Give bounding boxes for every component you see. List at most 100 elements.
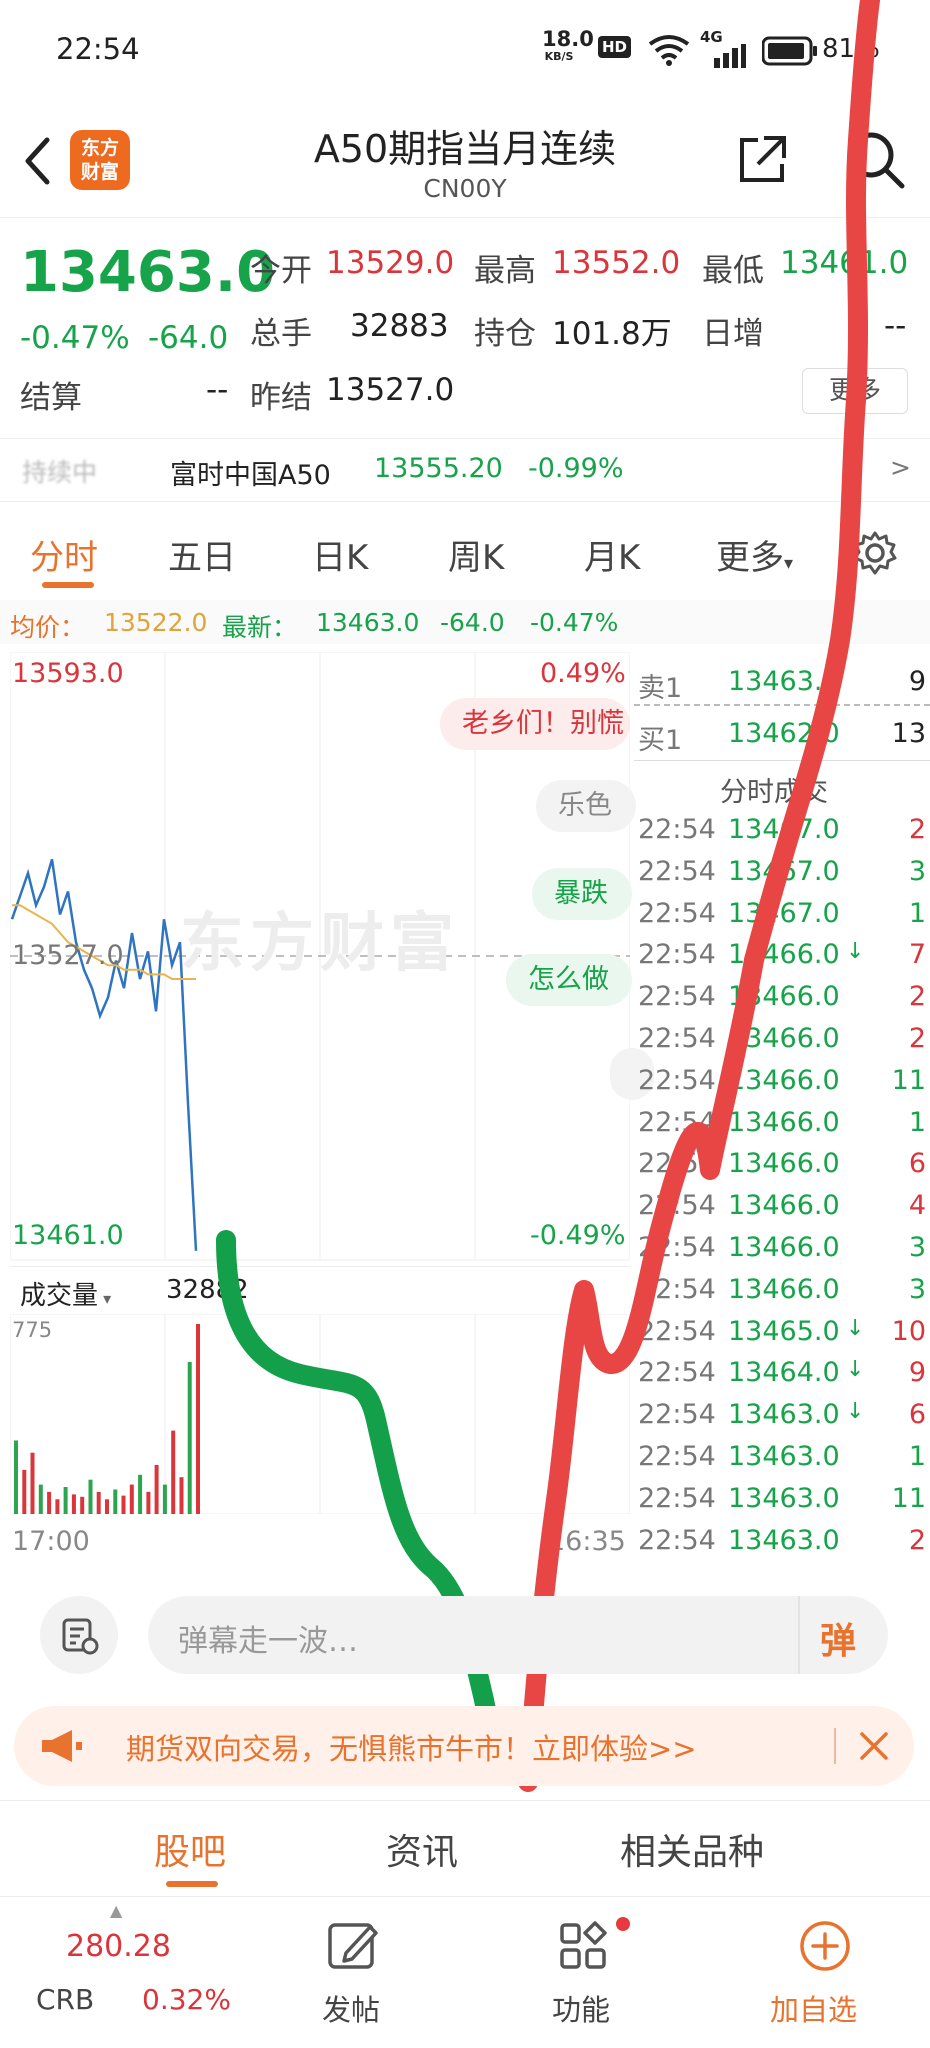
index-value: 13555.20: [374, 453, 503, 484]
danmaku-settings-icon: [62, 1618, 99, 1655]
volume-total: 32882: [166, 1275, 249, 1305]
last-label: 最新：: [222, 613, 298, 642]
trade-row: 22:54 13467.0 3: [638, 855, 926, 887]
volume-bar: [113, 1489, 118, 1514]
page-title: A50期指当月连续: [313, 127, 617, 171]
tab-monthly-k[interactable]: 月K: [584, 530, 640, 579]
tab-news[interactable]: 资讯: [386, 1823, 458, 1875]
tab-related[interactable]: 相关品种: [620, 1823, 764, 1875]
intraday-chart[interactable]: 东方财富 13593.0 0.49% 13527.0 13461.0 -0.49…: [10, 652, 654, 1514]
last-value: 13463.0: [316, 608, 420, 637]
plus-circle-icon: [800, 1921, 850, 1971]
volume-bar: [171, 1430, 176, 1514]
position-value: 101.8万: [552, 316, 672, 352]
tab-daily-k[interactable]: 日K: [312, 530, 368, 579]
chevron-right-icon: >: [890, 453, 911, 482]
header: 东方 财富 A50期指当月连续 CN00Y: [0, 100, 930, 218]
settle-value: --: [206, 372, 229, 408]
dropdown-caret-icon: ▾: [98, 1289, 112, 1308]
chart-tabs: 分时 五日 日K 周K 月K 更多▾: [0, 510, 930, 600]
volume-bar: [187, 1362, 192, 1514]
danmaku-bubble: 暴跌: [532, 868, 632, 920]
last-change-pct: -0.47%: [530, 608, 619, 637]
volume-value: 32883: [350, 308, 449, 344]
volume-bar: [38, 1484, 43, 1514]
volume-bar: [80, 1496, 85, 1514]
trade-row: 22:54 13463.0 1: [638, 1441, 926, 1472]
volume-chart: [10, 1314, 630, 1514]
promo-banner[interactable]: 期货双向交易，无惧熊市牛市！立即体验>>: [14, 1706, 914, 1786]
trade-row: 22:54 13465.0 ↓ 10: [638, 1315, 926, 1347]
search-icon[interactable]: [846, 130, 906, 190]
related-index-row[interactable]: 持续中 富时中国A50 13555.20 -0.99% >: [0, 438, 930, 502]
crb-change: 0.32%: [142, 1983, 231, 2016]
trade-row: 22:54 13466.0 2: [638, 981, 926, 1013]
time-axis-start: 17:00: [12, 1526, 90, 1557]
trade-row: 22:54 13466.0 2: [638, 1023, 926, 1054]
trade-row: 22:54 13463.0 ↓ 6: [638, 1399, 926, 1431]
volume-bar: [55, 1499, 60, 1514]
spread-divider: [634, 704, 930, 706]
ask-row: 卖1 13463.0 9: [638, 666, 926, 704]
comment-bar: 弹幕走一波… 弹: [0, 1570, 930, 1690]
wifi-icon: [648, 35, 690, 66]
crb-value[interactable]: 280.28: [66, 1929, 171, 1964]
tab-guba[interactable]: 股吧: [154, 1823, 226, 1875]
settings-gear-icon[interactable]: [852, 530, 898, 576]
tab-intraday[interactable]: 分时: [30, 530, 98, 579]
volume-bar: [105, 1499, 109, 1514]
chart-top-pct: 0.49%: [540, 658, 626, 689]
last-price: 13463.0: [20, 240, 276, 305]
position-label: 持仓: [474, 316, 536, 352]
trade-row: 22:54 13463.0 2: [638, 1524, 926, 1556]
volume-bar: [146, 1491, 151, 1514]
function-button[interactable]: 功能: [530, 1907, 640, 2037]
low-value: 13461.0: [780, 245, 909, 281]
danmaku-send-button[interactable]: 弹: [820, 1612, 856, 1664]
tab-weekly-k[interactable]: 周K: [448, 530, 504, 579]
daily-increase-label: 日增: [702, 316, 764, 352]
danmaku-input[interactable]: 弹幕走一波… 弹: [148, 1596, 888, 1674]
danmaku-bubble: 乐色: [536, 780, 636, 832]
volume-bar: [22, 1469, 27, 1514]
chart-bottom-pct: -0.49%: [530, 1220, 626, 1251]
net-speed: 18.0 KB/S: [542, 27, 594, 64]
promo-text: 期货双向交易，无惧熊市牛市！立即体验>>: [126, 1732, 697, 1766]
volume-bar: [162, 1484, 167, 1514]
danmaku-settings-button[interactable]: [40, 1596, 118, 1674]
danmaku-bubble: 老乡们！别慌: [440, 698, 630, 750]
share-icon[interactable]: [736, 134, 788, 186]
trade-row: 22:54 13467.0 1: [638, 897, 926, 929]
settle-label: 结算: [20, 380, 82, 416]
prev-settle-value: 13527.0: [326, 372, 455, 408]
tab-five-day[interactable]: 五日: [168, 530, 236, 579]
time-axis-end: 16:35: [548, 1526, 626, 1557]
instrument-code: CN00Y: [423, 174, 507, 203]
volume-bar: [154, 1465, 159, 1514]
trade-row: 22:54 13463.0 11: [638, 1482, 926, 1514]
signal-icon: [714, 44, 746, 68]
daily-increase-value: --: [884, 308, 907, 344]
chart-top-price: 13593.0: [12, 658, 124, 689]
avg-label: 均价：: [10, 613, 86, 642]
danmaku-bubble: 怎么做: [506, 954, 632, 1006]
volume-selector[interactable]: 成交量 ▾: [20, 1275, 111, 1312]
volume-bar: [47, 1491, 52, 1514]
order-book-panel: 卖1 13463.0 9 买1 13462.0 13 分时成交 22:54 134…: [634, 652, 930, 1562]
tab-more[interactable]: 更多▾: [716, 530, 793, 579]
close-icon[interactable]: [856, 1728, 892, 1764]
hd-badge: HD: [598, 36, 632, 58]
trades-title: 分时成交: [720, 777, 828, 808]
volume-bar: [96, 1491, 101, 1514]
average-price-row: 均价： 13522.0 最新： 13463.0 -64.0 -0.47%: [0, 600, 930, 644]
volume-bar: [129, 1484, 134, 1514]
chart-bottom-price: 13461.0: [12, 1220, 124, 1251]
add-watchlist-button[interactable]: 加自选: [760, 1907, 890, 2037]
more-quote-button[interactable]: 更多: [802, 368, 908, 414]
trade-row: 22:54 13466.0 4: [638, 1190, 926, 1222]
change-value: -64.0: [148, 320, 229, 356]
post-button[interactable]: 发帖: [300, 1907, 410, 2037]
active-tab-indicator: [42, 582, 94, 588]
battery-level: 81%: [822, 34, 880, 64]
megaphone-icon: [42, 1730, 82, 1762]
